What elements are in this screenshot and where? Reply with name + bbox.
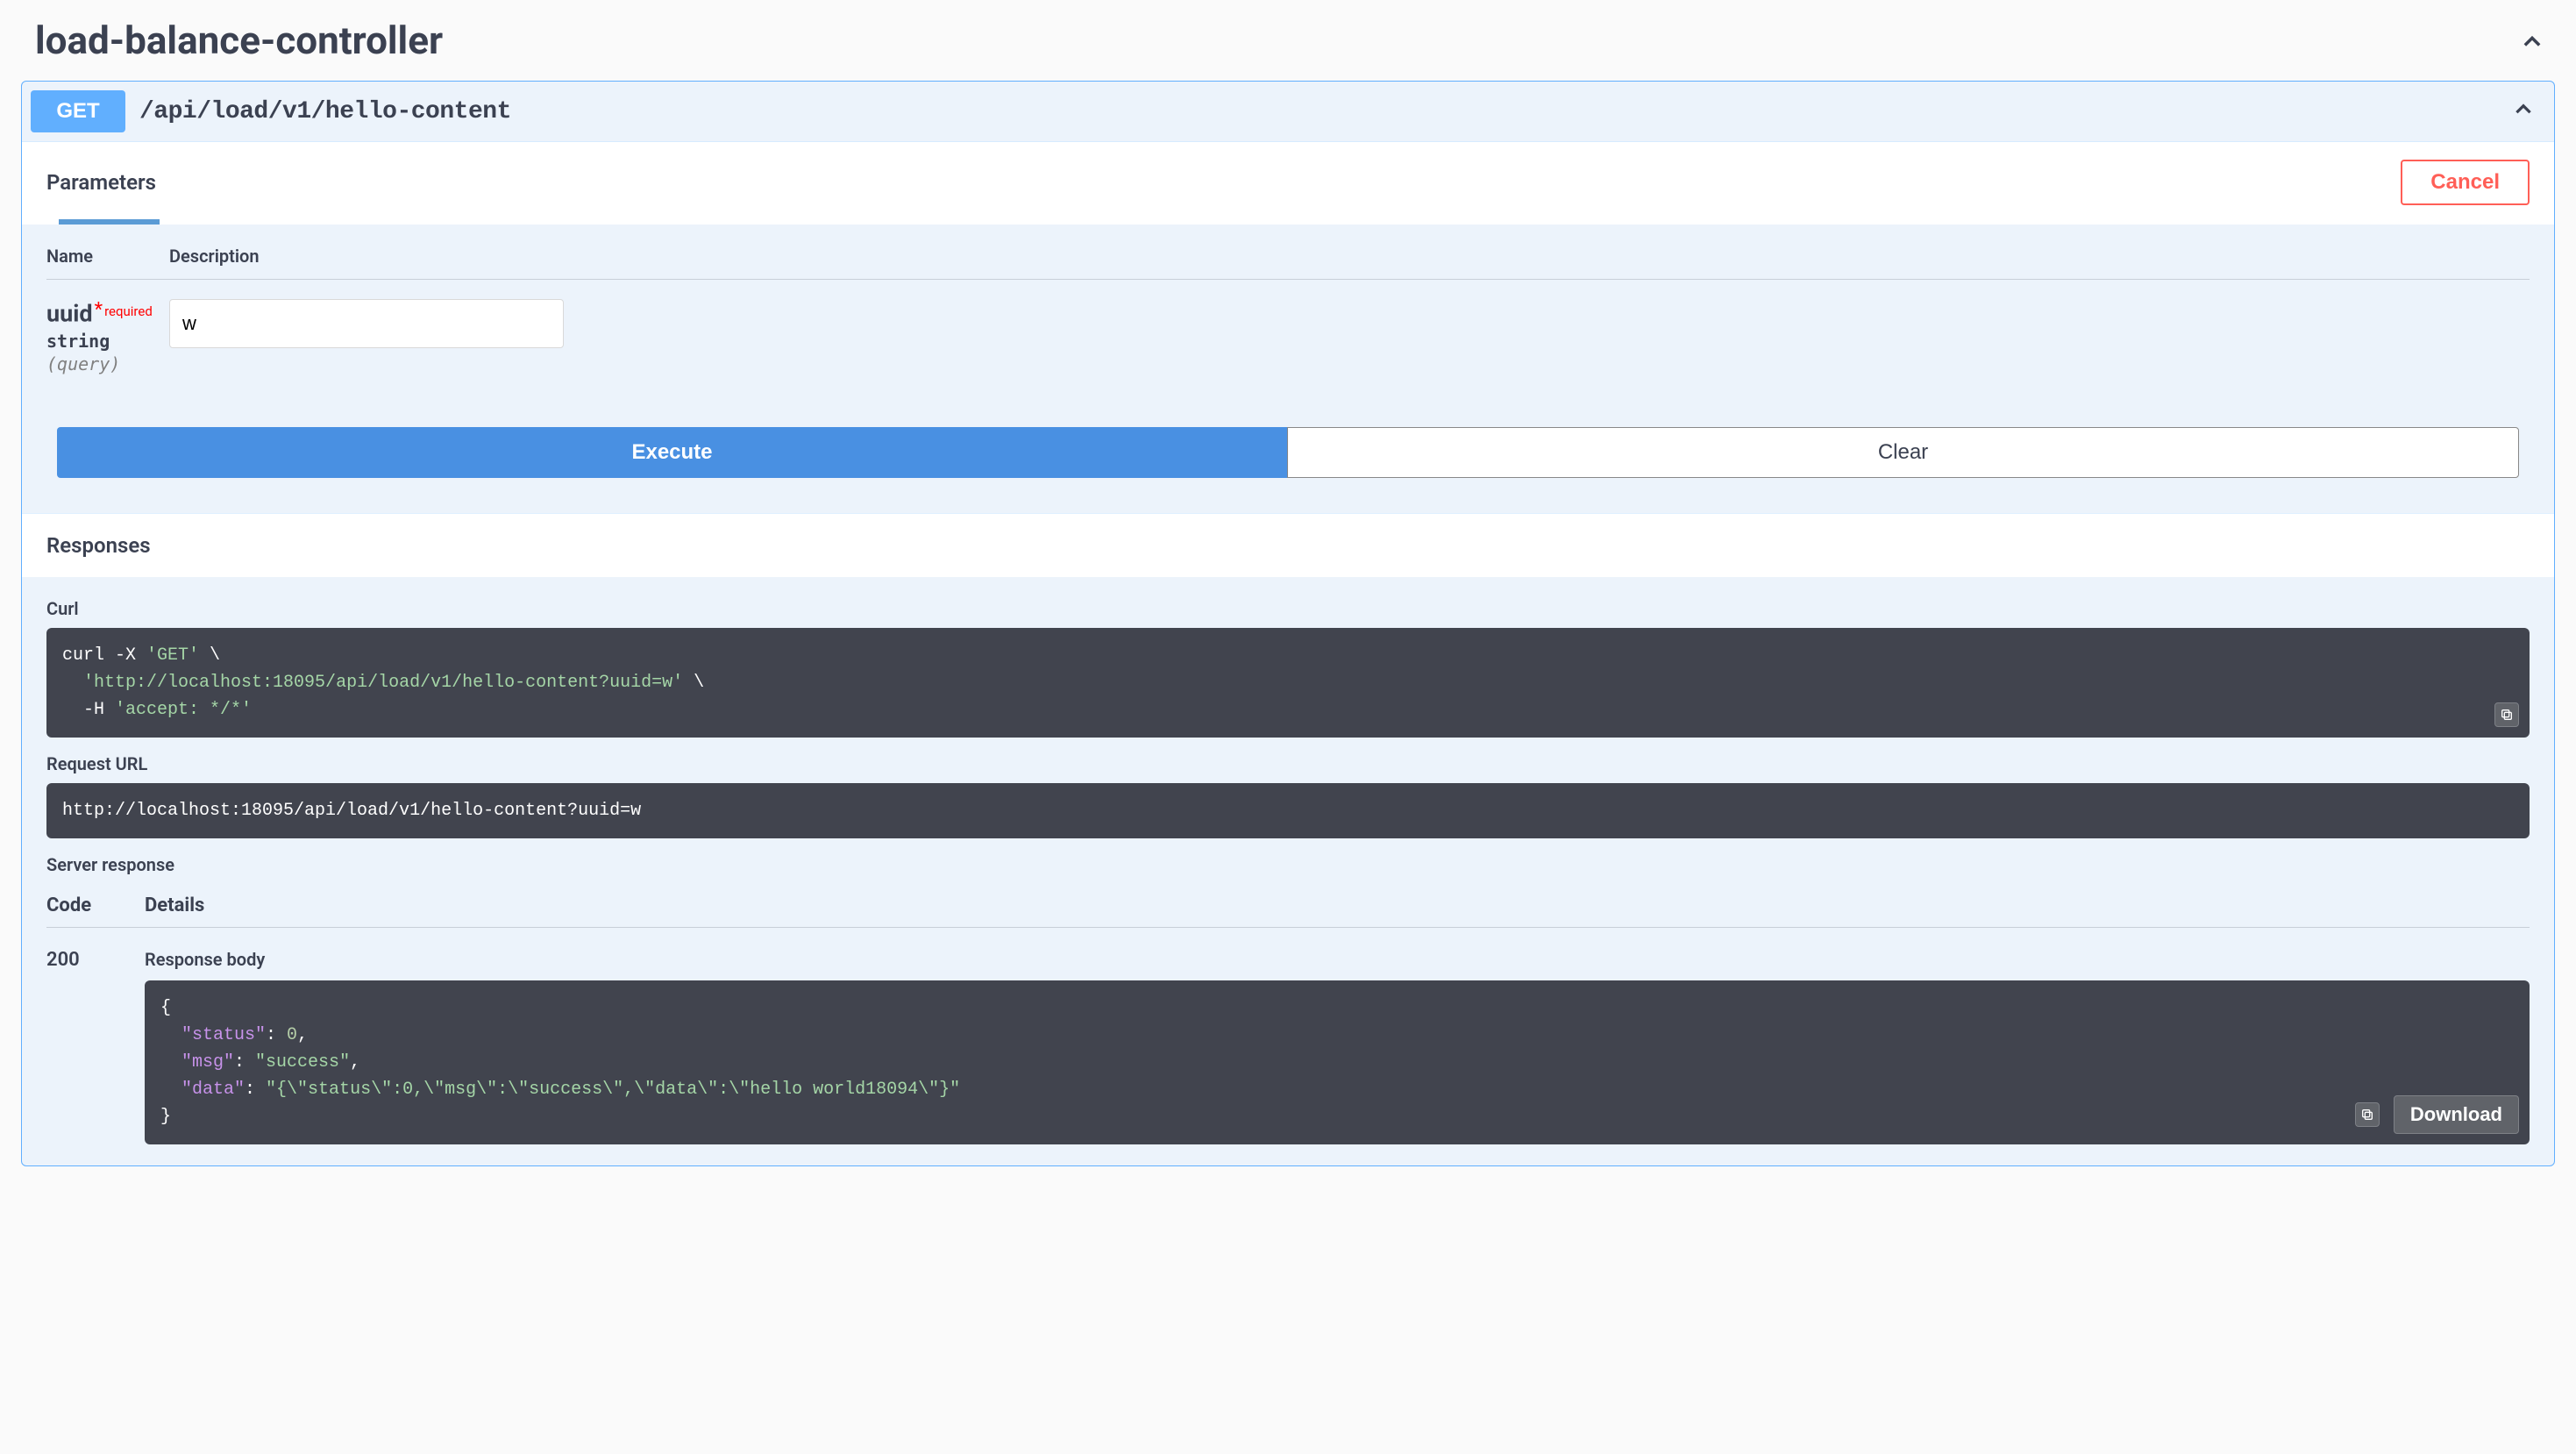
request-url-block: http://localhost:18095/api/load/v1/hello… bbox=[46, 783, 2530, 838]
section-header[interactable]: load-balance-controller bbox=[18, 0, 2558, 81]
responses-title: Responses bbox=[46, 533, 2530, 558]
parameters-title: Parameters bbox=[46, 170, 156, 195]
param-row: uuid*required string (query) bbox=[46, 280, 2530, 374]
chevron-up-icon bbox=[2520, 30, 2541, 51]
uuid-input[interactable] bbox=[169, 299, 564, 348]
param-name: uuid bbox=[46, 299, 93, 327]
col-description: Description bbox=[169, 246, 260, 267]
request-url-label: Request URL bbox=[46, 753, 2530, 774]
server-response-label: Server response bbox=[46, 854, 2530, 875]
operation-path: /api/load/v1/hello-content bbox=[139, 98, 511, 125]
status-code: 200 bbox=[46, 949, 145, 1144]
chevron-up-icon bbox=[2512, 98, 2535, 125]
param-type: string bbox=[46, 331, 169, 352]
col-name: Name bbox=[46, 246, 169, 267]
server-response-row: 200 Response body { "status": 0, "msg": … bbox=[46, 928, 2530, 1144]
response-body-block: { "status": 0, "msg": "success", "data":… bbox=[145, 980, 2530, 1144]
result-area: Curl curl -X 'GET' \ 'http://localhost:1… bbox=[22, 577, 2554, 1165]
copy-icon[interactable] bbox=[2355, 1102, 2380, 1127]
operation-summary[interactable]: GET /api/load/v1/hello-content bbox=[22, 82, 2554, 141]
col-details: Details bbox=[145, 894, 204, 916]
operation-block: GET /api/load/v1/hello-content Parameter… bbox=[21, 81, 2555, 1166]
download-button[interactable]: Download bbox=[2394, 1095, 2519, 1134]
required-star: * bbox=[95, 299, 103, 321]
required-text: required bbox=[104, 303, 153, 319]
param-in: (query) bbox=[46, 353, 169, 374]
execute-row: Execute Clear bbox=[22, 374, 2554, 513]
col-code: Code bbox=[46, 894, 145, 916]
cancel-button[interactable]: Cancel bbox=[2401, 160, 2530, 205]
section-title: load-balance-controller bbox=[35, 18, 443, 63]
execute-button[interactable]: Execute bbox=[57, 427, 1287, 478]
method-badge: GET bbox=[31, 90, 125, 132]
clear-button[interactable]: Clear bbox=[1287, 427, 2519, 478]
copy-icon[interactable] bbox=[2494, 702, 2519, 727]
response-body-label: Response body bbox=[145, 949, 2530, 970]
responses-header: Responses bbox=[22, 513, 2554, 577]
parameters-header: Parameters Cancel bbox=[22, 141, 2554, 219]
curl-block: curl -X 'GET' \ 'http://localhost:18095/… bbox=[46, 628, 2530, 738]
parameters-table: Name Description uuid*required string (q… bbox=[22, 225, 2554, 374]
curl-label: Curl bbox=[46, 598, 2530, 619]
